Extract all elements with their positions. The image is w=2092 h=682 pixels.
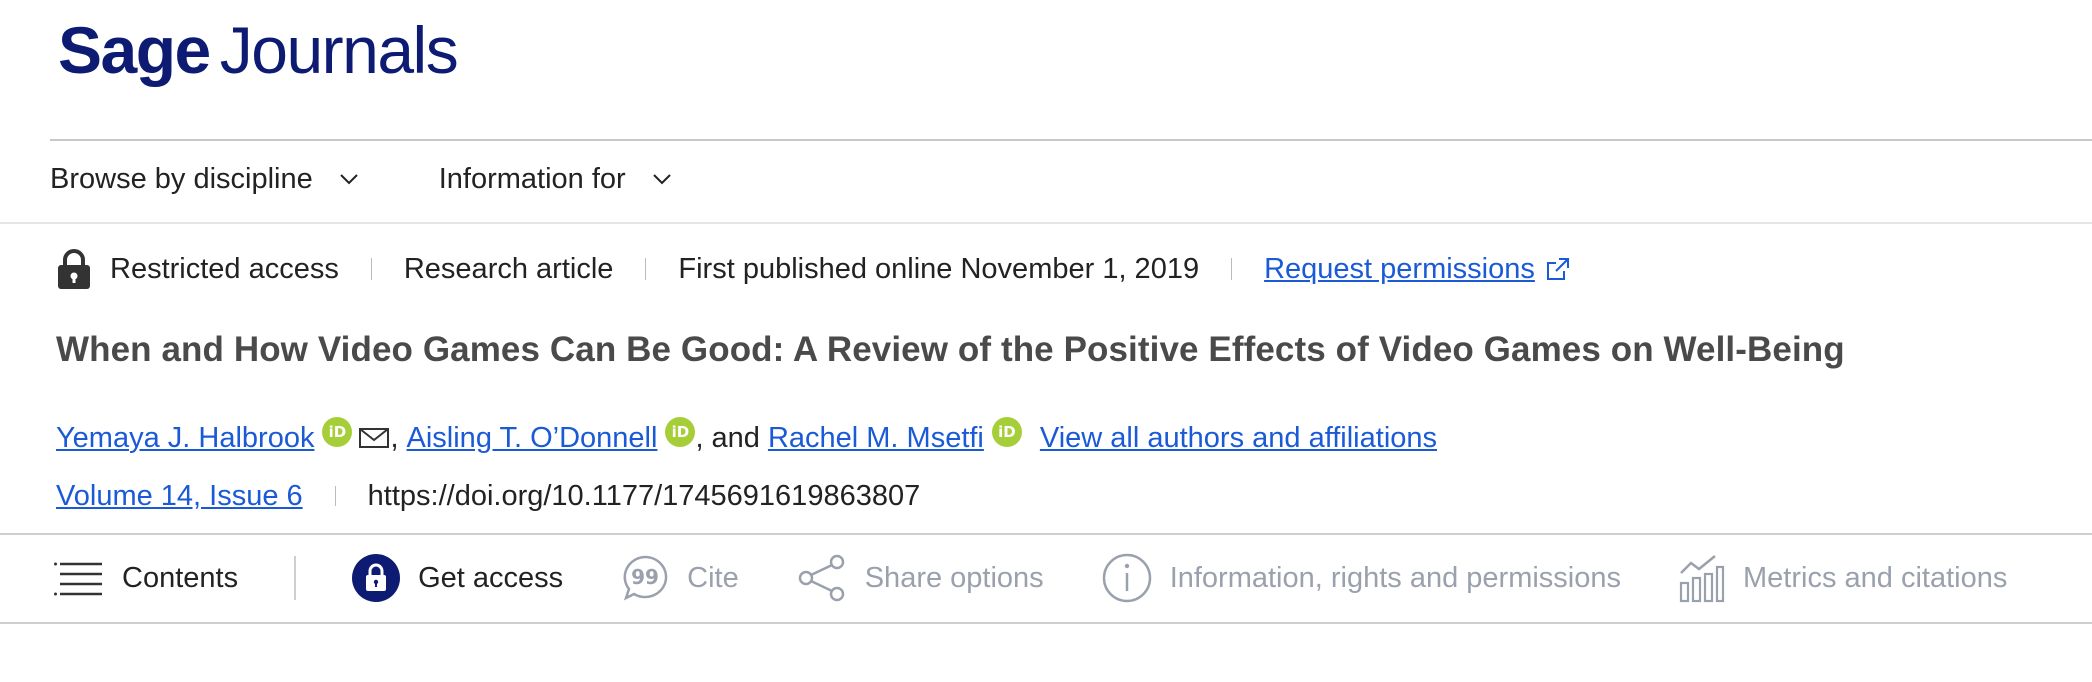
- volume-row: Volume 14, Issue 6 https://doi.org/10.11…: [56, 474, 920, 518]
- logo-sage: Sage: [58, 13, 211, 87]
- author-link[interactable]: Aisling T. O’Donnell: [407, 422, 658, 455]
- get-access-button[interactable]: Get access: [352, 554, 563, 602]
- information-for-label: Information for: [438, 162, 626, 195]
- logo-journals: Journals: [219, 13, 459, 87]
- information-for-menu[interactable]: Information for: [439, 163, 672, 196]
- request-permissions-link[interactable]: Request permissions: [1264, 253, 1535, 286]
- share-options-button[interactable]: Share options: [797, 554, 1044, 602]
- author-separator: ,: [390, 421, 399, 454]
- share-icon: [797, 554, 847, 602]
- metrics-citations-label: Metrics and citations: [1743, 561, 2008, 594]
- bar-chart-icon: [1679, 553, 1725, 603]
- quote-bubble-icon: 99: [621, 554, 669, 602]
- toolbar-divider: [294, 556, 297, 600]
- chevron-down-icon: [339, 173, 359, 185]
- orcid-icon[interactable]: iD: [665, 417, 696, 447]
- get-access-label: Get access: [418, 561, 564, 594]
- article-title: When and How Video Games Can Be Good: A …: [56, 330, 1845, 369]
- lock-icon: [56, 248, 92, 290]
- mail-icon[interactable]: [358, 426, 390, 450]
- cite-button[interactable]: 99 Cite: [621, 554, 739, 602]
- toolbar-top-divider: [0, 533, 2092, 535]
- article-toolbar: Contents Get access 99 Cite Share option…: [54, 550, 2007, 606]
- list-menu-icon: [54, 558, 104, 598]
- metrics-citations-button[interactable]: Metrics and citations: [1679, 553, 2007, 603]
- orcid-icon[interactable]: iD: [322, 417, 353, 447]
- contents-button[interactable]: Contents: [54, 558, 238, 598]
- meta-separator: [1231, 258, 1233, 280]
- volume-separator: [334, 486, 336, 506]
- meta-separator: [645, 258, 647, 280]
- author-link[interactable]: Yemaya J. Halbrook: [56, 422, 314, 455]
- external-link-icon[interactable]: [1543, 254, 1573, 284]
- sage-journals-logo[interactable]: Sage Journals: [58, 8, 459, 88]
- information-rights-label: Information, rights and permissions: [1169, 561, 1621, 594]
- author-list: Yemaya J. Halbrook iD , Aisling T. O’Don…: [56, 414, 1437, 462]
- doi-text[interactable]: https://doi.org/10.1177/1745691619863807: [368, 480, 921, 513]
- published-date: First published online November 1, 2019: [678, 252, 1200, 285]
- article-meta: Restricted access Research article First…: [56, 247, 1573, 291]
- browse-by-discipline-label: Browse by discipline: [50, 162, 313, 195]
- orcid-icon[interactable]: iD: [991, 417, 1022, 447]
- browse-by-discipline-menu[interactable]: Browse by discipline: [50, 163, 359, 196]
- lock-circle-icon: [352, 554, 401, 602]
- contents-label: Contents: [122, 561, 239, 594]
- access-status: Restricted access: [110, 252, 339, 285]
- chevron-down-icon: [652, 173, 672, 185]
- nav-top-divider: [50, 139, 2092, 141]
- info-icon: [1102, 553, 1152, 603]
- cite-label: Cite: [687, 561, 739, 594]
- information-rights-button[interactable]: Information, rights and permissions: [1102, 553, 1621, 603]
- author-separator: , and: [695, 421, 760, 454]
- view-all-authors-link[interactable]: View all authors and affiliations: [1040, 422, 1437, 455]
- share-options-label: Share options: [864, 561, 1044, 594]
- author-link[interactable]: Rachel M. Msetfi: [768, 422, 984, 455]
- nav-bottom-divider: [0, 222, 2092, 224]
- meta-separator: [370, 258, 372, 280]
- volume-issue-link[interactable]: Volume 14, Issue 6: [56, 480, 303, 513]
- main-nav: Browse by discipline Information for: [50, 158, 672, 200]
- article-type: Research article: [403, 252, 614, 285]
- svg-text:99: 99: [631, 565, 659, 589]
- toolbar-bottom-divider: [0, 622, 2092, 624]
